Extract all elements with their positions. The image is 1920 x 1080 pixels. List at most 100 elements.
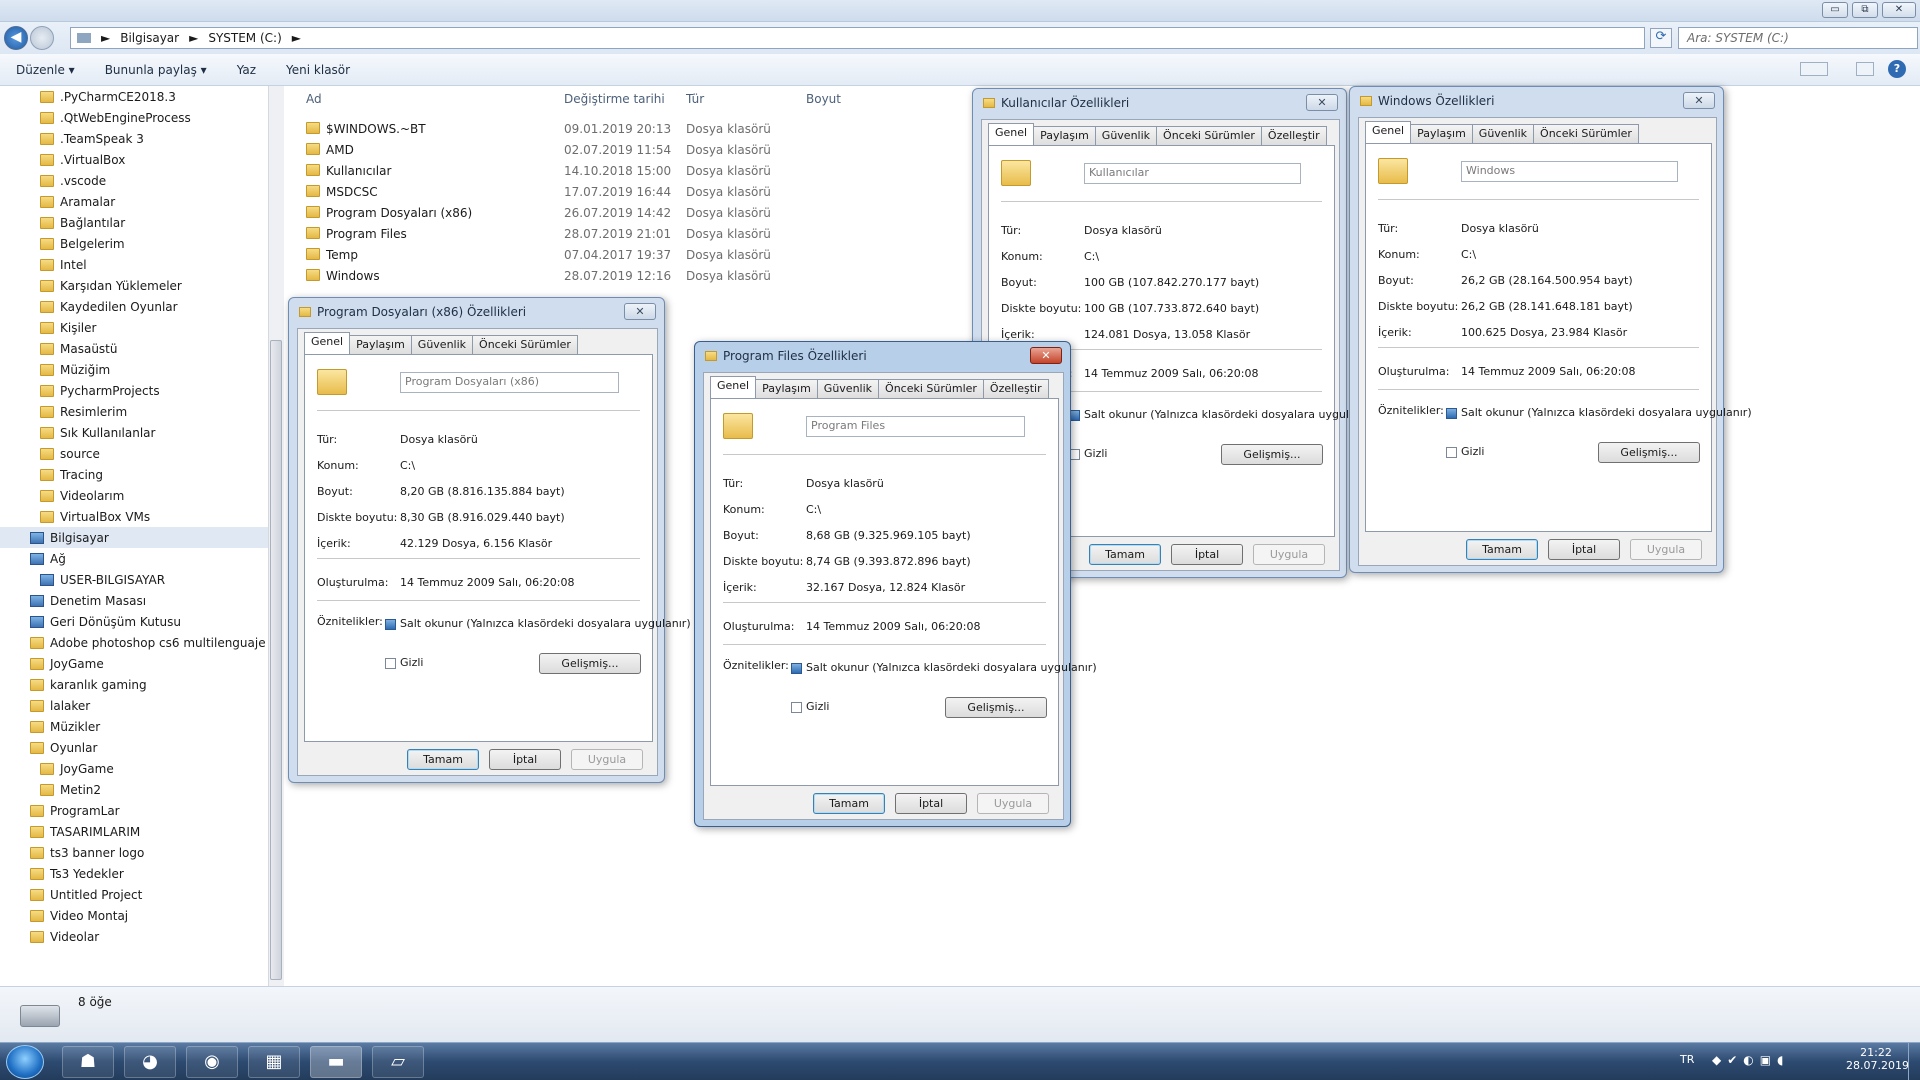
tab-1[interactable]: Paylaşım (1410, 124, 1473, 143)
dialog-close-button[interactable]: ✕ (1683, 92, 1715, 109)
tray-icons[interactable]: ◆✔◐▣◖ (1712, 1053, 1822, 1071)
nav-item[interactable]: Sık Kullanılanlar (40, 422, 155, 443)
advanced-button[interactable]: Gelişmiş... (1598, 442, 1700, 463)
tab-3[interactable]: Önceki Sürümler (472, 335, 578, 354)
nav-item[interactable]: Video Montaj (30, 905, 128, 926)
chrome-icon[interactable]: ◉ (186, 1046, 238, 1078)
apply-button[interactable]: Uygula (1630, 539, 1702, 560)
minimize-button[interactable]: ▭ (1822, 2, 1848, 18)
readonly-checkbox[interactable] (385, 619, 396, 630)
readonly-checkbox[interactable] (1446, 408, 1457, 419)
nav-item[interactable]: Denetim Masası (30, 590, 146, 611)
ok-button[interactable]: Tamam (1089, 544, 1161, 565)
hidden-checkbox[interactable] (1446, 447, 1457, 458)
file-row[interactable]: $WINDOWS.~BT 09.01.2019 20:13 Dosya klasör… (286, 118, 886, 139)
hidden-checkbox[interactable] (385, 658, 396, 669)
notepad-icon[interactable]: ▱ (372, 1046, 424, 1078)
nav-item[interactable]: TASARIMLARIM (30, 821, 140, 842)
language-indicator[interactable]: TR (1680, 1053, 1694, 1066)
tab-4[interactable]: Özelleştir (1260, 126, 1327, 145)
column-header-date[interactable]: Değiştirme tarihi (564, 92, 665, 106)
breadcrumb-drive[interactable]: SYSTEM (C:) (208, 31, 281, 45)
tab-4[interactable]: Özelleştir (982, 379, 1049, 398)
nav-item[interactable]: .TeamSpeak 3 (40, 128, 144, 149)
file-row[interactable]: AMD 02.07.2019 11:54 Dosya klasörü (286, 139, 886, 160)
preview-pane-icon[interactable] (1856, 62, 1874, 76)
tab-1[interactable]: Paylaşım (1033, 126, 1096, 145)
nav-item[interactable]: PycharmProjects (40, 380, 160, 401)
breadcrumb-computer[interactable]: Bilgisayar (120, 31, 179, 45)
burn-button[interactable]: Yaz (237, 63, 256, 77)
refresh-icon[interactable]: ⟳ (1650, 28, 1672, 48)
dialog-close-button[interactable]: ✕ (1030, 347, 1062, 364)
tab-3[interactable]: Önceki Sürümler (878, 379, 984, 398)
nav-item[interactable]: Tracing (40, 464, 103, 485)
readonly-checkbox[interactable] (791, 663, 802, 674)
nav-item[interactable]: Bağlantılar (40, 212, 125, 233)
counter-strike-icon[interactable]: ☗ (62, 1046, 114, 1078)
folder-name-field[interactable]: Windows (1461, 161, 1678, 182)
tab-0[interactable]: Genel (1365, 121, 1412, 143)
nav-item[interactable]: .VirtualBox (40, 149, 125, 170)
file-row[interactable]: Temp 07.04.2017 19:37 Dosya klasörü (286, 244, 886, 265)
tab-2[interactable]: Güvenlik (816, 379, 880, 398)
tab-0[interactable]: Genel (710, 376, 757, 398)
apply-button[interactable]: Uygula (571, 749, 643, 770)
discord-icon[interactable]: ◕ (124, 1046, 176, 1078)
nav-item[interactable]: USER-BILGISAYAR (40, 569, 165, 590)
nav-item[interactable]: JoyGame (40, 758, 114, 779)
ok-button[interactable]: Tamam (407, 749, 479, 770)
share-button[interactable]: Bununla paylaş ▾ (105, 63, 207, 77)
nav-item[interactable]: .QtWebEngineProcess (40, 107, 191, 128)
nav-item[interactable]: Videolarım (40, 485, 124, 506)
tab-3[interactable]: Önceki Sürümler (1533, 124, 1639, 143)
tab-3[interactable]: Önceki Sürümler (1156, 126, 1262, 145)
folder-name-field[interactable]: Program Files (806, 416, 1025, 437)
back-arrow-icon[interactable]: ◀ (4, 26, 28, 50)
tab-2[interactable]: Güvenlik (410, 335, 474, 354)
nav-item[interactable]: Masaüstü (40, 338, 117, 359)
nav-item[interactable]: ts3 banner logo (30, 842, 144, 863)
column-header-size[interactable]: Boyut (806, 92, 841, 106)
tab-2[interactable]: Güvenlik (1094, 126, 1158, 145)
nav-item[interactable]: karanlık gaming (30, 674, 147, 695)
close-button[interactable]: ✕ (1882, 2, 1916, 18)
nav-item[interactable]: .PyCharmCE2018.3 (40, 86, 176, 107)
nav-item[interactable]: lalaker (30, 695, 90, 716)
folder-name-field[interactable]: Kullanıcılar (1084, 163, 1301, 184)
advanced-button[interactable]: Gelişmiş... (539, 653, 641, 674)
nav-item[interactable]: Karşıdan Yüklemeler (40, 275, 182, 296)
nav-item[interactable]: Geri Dönüşüm Kutusu (30, 611, 181, 632)
nav-item[interactable]: Müzikler (30, 716, 100, 737)
nav-scrollbar-thumb[interactable] (270, 340, 282, 980)
organize-button[interactable]: Düzenle ▾ (16, 63, 75, 77)
nav-item[interactable]: VirtualBox VMs (40, 506, 150, 527)
column-header-name[interactable]: Ad (306, 92, 322, 106)
file-row[interactable]: MSDCSC 17.07.2019 16:44 Dosya klasörü (286, 181, 886, 202)
hidden-checkbox[interactable] (791, 702, 802, 713)
advanced-button[interactable]: Gelişmiş... (1221, 444, 1323, 465)
nav-item[interactable]: Belgelerim (40, 233, 125, 254)
nav-item[interactable]: JoyGame (30, 653, 104, 674)
nav-item[interactable]: Aramalar (40, 191, 115, 212)
show-desktop-button[interactable] (1908, 1043, 1920, 1080)
file-row[interactable]: Program Files 28.07.2019 21:01 Dosya klasö… (286, 223, 886, 244)
cancel-button[interactable]: İptal (1171, 544, 1243, 565)
nav-item[interactable]: Ts3 Yedekler (30, 863, 124, 884)
new-folder-button[interactable]: Yeni klasör (286, 63, 350, 77)
file-row[interactable]: Windows 28.07.2019 12:16 Dosya klasörü (286, 265, 886, 286)
nav-item[interactable]: source (40, 443, 100, 464)
advanced-button[interactable]: Gelişmiş... (945, 697, 1047, 718)
tab-1[interactable]: Paylaşım (755, 379, 818, 398)
view-options-icon[interactable] (1800, 62, 1828, 76)
tab-1[interactable]: Paylaşım (349, 335, 412, 354)
folder-name-field[interactable]: Program Dosyaları (x86) (400, 372, 619, 393)
nav-item[interactable]: Videolar (30, 926, 99, 947)
nav-item[interactable]: Kişiler (40, 317, 96, 338)
apply-button[interactable]: Uygula (1253, 544, 1325, 565)
tab-0[interactable]: Genel (304, 332, 351, 354)
start-button[interactable] (6, 1045, 44, 1079)
nav-item[interactable]: Bilgisayar (0, 527, 268, 548)
nav-item[interactable]: Resimlerim (40, 401, 127, 422)
ok-button[interactable]: Tamam (813, 793, 885, 814)
